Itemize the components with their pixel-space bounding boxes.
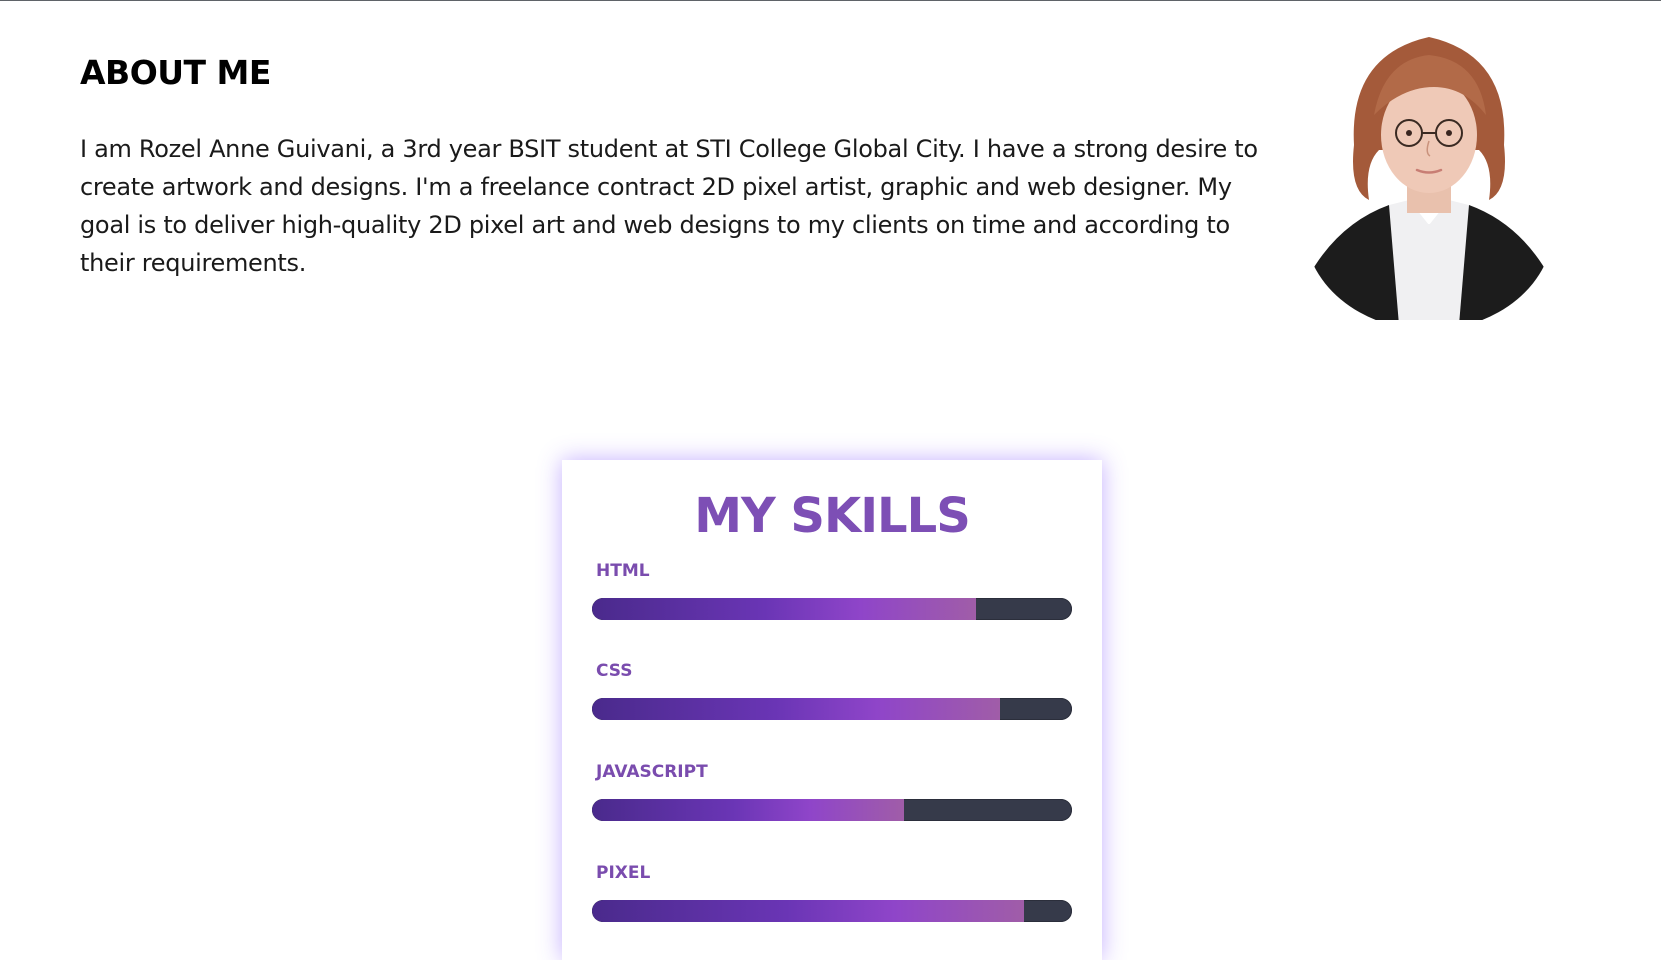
shirt	[1389, 200, 1469, 320]
skill-bar-track	[592, 698, 1072, 720]
skill-label: HTML	[596, 561, 650, 581]
skill-bar-fill	[592, 799, 904, 821]
skills-title: MY SKILLS	[694, 488, 971, 544]
skill-javascript: JAVASCRIPT	[592, 761, 1072, 821]
skill-bar-fill	[592, 900, 1024, 922]
profile-photo	[1304, 37, 1554, 320]
skill-bar-track	[592, 799, 1072, 821]
skill-bar-fill	[592, 598, 976, 620]
about-title: ABOUT ME	[80, 53, 271, 92]
skill-label: JAVASCRIPT	[596, 762, 708, 782]
skill-html: HTML	[592, 560, 1072, 620]
skill-bar-fill	[592, 698, 1000, 720]
skill-label: PIXEL	[596, 863, 651, 883]
skill-bar-track	[592, 900, 1072, 922]
skill-label: CSS	[596, 661, 633, 681]
about-text: I am Rozel Anne Guivani, a 3rd year BSIT…	[80, 135, 1258, 277]
skill-css: CSS	[592, 660, 1072, 720]
skill-pixel: PIXEL	[592, 862, 1072, 922]
top-border	[0, 0, 1661, 1]
skill-bar-track	[592, 598, 1072, 620]
skills-card: MY SKILLS HTML CSS JAVASCRIPT PIXEL	[562, 460, 1102, 960]
